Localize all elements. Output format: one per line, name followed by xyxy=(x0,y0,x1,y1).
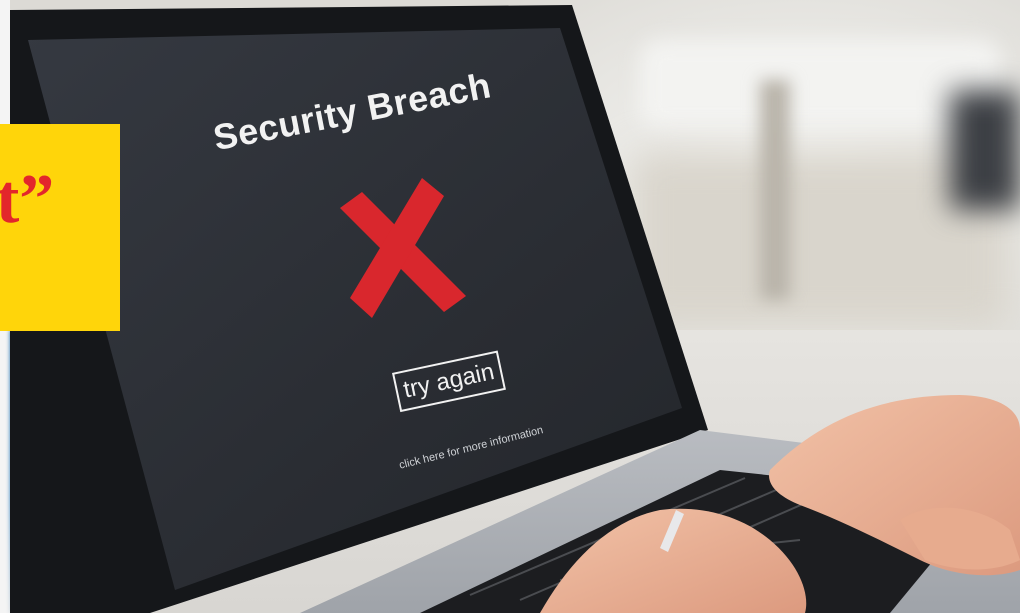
overlay-text: t” xyxy=(0,161,55,238)
laptop xyxy=(10,5,1020,613)
photo-scene: Security Breach try again click here for… xyxy=(0,0,1020,613)
